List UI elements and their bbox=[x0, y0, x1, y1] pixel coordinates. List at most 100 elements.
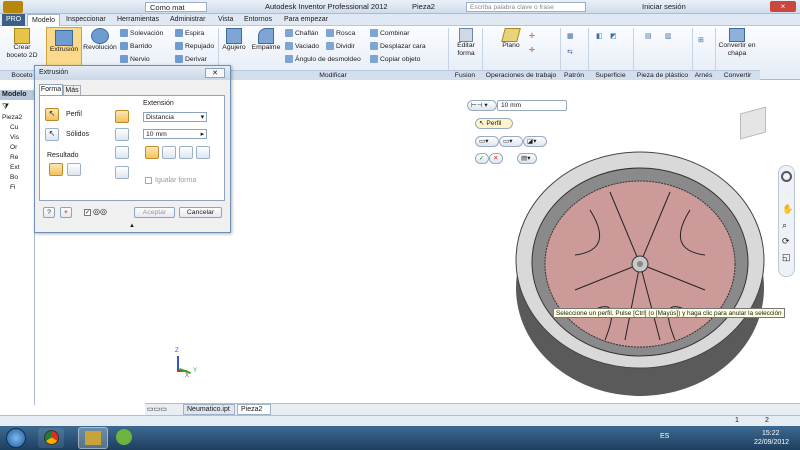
coil-button[interactable]: Espira bbox=[175, 29, 204, 37]
output-dropdown[interactable]: ▭▾ bbox=[475, 136, 499, 147]
plane-button[interactable]: Plano bbox=[497, 28, 525, 50]
tree-item[interactable]: Ext bbox=[10, 164, 20, 171]
extrude-button[interactable]: Extrusión bbox=[46, 27, 82, 69]
mirror-icon[interactable]: ⇆ bbox=[567, 48, 573, 56]
cut-button[interactable] bbox=[115, 128, 129, 141]
intersect-button[interactable] bbox=[115, 146, 129, 159]
steering-wheel-icon[interactable] bbox=[781, 171, 792, 182]
add-icon[interactable]: + bbox=[60, 207, 72, 218]
sweep-button[interactable]: Barrido bbox=[120, 42, 152, 50]
tree-item[interactable]: Re bbox=[10, 154, 18, 161]
symmetric-button[interactable] bbox=[179, 146, 193, 159]
surface-output-button[interactable] bbox=[67, 163, 81, 176]
harness-icon[interactable]: ⊞ bbox=[698, 36, 704, 44]
copy-object-button[interactable]: Copiar objeto bbox=[370, 55, 420, 63]
preview-checkbox[interactable]: ✓ bbox=[84, 209, 91, 216]
tree-item-root[interactable]: Pieza2 bbox=[2, 114, 22, 121]
help-button[interactable]: ? bbox=[43, 207, 55, 218]
hole-button[interactable]: Agujero bbox=[220, 28, 248, 52]
solid-output-button[interactable] bbox=[49, 163, 63, 176]
ok-button[interactable]: Aceptar bbox=[134, 207, 175, 218]
boss-icon[interactable]: ▥ bbox=[665, 32, 671, 40]
doc-tab-neumatico[interactable]: Neumatico.ipt bbox=[183, 404, 235, 415]
tab-administrar[interactable]: Administrar bbox=[166, 14, 209, 26]
solids-select-button[interactable]: ↖ bbox=[45, 128, 59, 141]
start-button[interactable] bbox=[6, 428, 26, 448]
extent-type-dropdown[interactable]: ⊢⊣ ▾ bbox=[467, 100, 497, 111]
tree-item[interactable]: Or bbox=[10, 144, 17, 151]
look-at-icon[interactable]: ◱ bbox=[782, 252, 791, 263]
tab-entornos[interactable]: Entornos bbox=[240, 14, 276, 26]
chrome-icon[interactable] bbox=[38, 428, 64, 448]
expand-arrow-icon[interactable]: ▲ bbox=[129, 223, 135, 229]
spotify-icon[interactable] bbox=[116, 429, 132, 445]
chamfer-button[interactable]: Chaflán bbox=[285, 29, 318, 37]
stitch-icon[interactable]: ◩ bbox=[610, 32, 616, 40]
revolve-button[interactable]: Revolución bbox=[82, 28, 118, 52]
tree-item[interactable]: Cu bbox=[10, 124, 18, 131]
profile-select-button[interactable]: ↖ bbox=[45, 108, 59, 121]
move-face-button[interactable]: Desplazar cara bbox=[370, 42, 426, 50]
zoom-icon[interactable]: ⌕ bbox=[782, 220, 787, 231]
wheel-model[interactable] bbox=[515, 140, 775, 400]
clock-date[interactable]: 22/09/2012 bbox=[754, 439, 789, 446]
convert-sheet-metal-button[interactable]: Convertir en chapa bbox=[716, 28, 758, 58]
join-button[interactable] bbox=[115, 110, 129, 123]
derive-button[interactable]: Derivar bbox=[175, 55, 207, 63]
app-logo-icon[interactable] bbox=[3, 1, 23, 13]
sign-in-link[interactable]: Iniciar sesión bbox=[642, 0, 686, 14]
pattern-icon[interactable]: ▦ bbox=[567, 32, 573, 40]
tab-herramientas[interactable]: Herramientas bbox=[113, 14, 163, 26]
distance-field[interactable]: 10 mm ▸ bbox=[143, 129, 207, 139]
tab-vista[interactable]: Vista bbox=[214, 14, 237, 26]
match-shape-checkbox[interactable] bbox=[145, 177, 152, 184]
asymmetric-button[interactable] bbox=[196, 146, 210, 159]
direction-2-button[interactable] bbox=[162, 146, 176, 159]
rib-button[interactable]: Nervio bbox=[120, 55, 150, 63]
tab-modelo[interactable]: Modelo bbox=[27, 14, 60, 26]
filter-icon[interactable]: ⧩ bbox=[2, 102, 9, 112]
tree-item[interactable]: Bo bbox=[10, 174, 18, 181]
search-field[interactable]: Escriba palabra clave o frase bbox=[466, 2, 586, 12]
tree-item-end[interactable]: Fi bbox=[10, 184, 16, 191]
orbit-icon[interactable]: ⟳ bbox=[782, 236, 790, 247]
clock-time[interactable]: 15:22 bbox=[762, 430, 780, 437]
create-sketch-button[interactable]: Crear boceto 2D bbox=[4, 28, 40, 60]
pan-icon[interactable]: ✋ bbox=[782, 204, 793, 215]
distance-input[interactable]: 10 mm bbox=[497, 100, 567, 111]
dialog-close-icon[interactable]: ✕ bbox=[205, 68, 225, 78]
tree-item[interactable]: Vis bbox=[10, 134, 19, 141]
extent-type-select[interactable]: Distancia ▾ bbox=[143, 112, 207, 122]
tab-forma[interactable]: Forma bbox=[39, 84, 63, 95]
direction-1-button[interactable] bbox=[145, 146, 159, 159]
combine-button[interactable]: Combinar bbox=[370, 29, 409, 37]
inventor-taskbar-icon[interactable] bbox=[78, 427, 108, 449]
tab-inspeccionar[interactable]: Inspeccionar bbox=[62, 14, 110, 26]
close-icon[interactable]: × bbox=[770, 1, 796, 12]
grill-icon[interactable]: ▤ bbox=[645, 32, 651, 40]
split-button[interactable]: Dividir bbox=[326, 42, 355, 50]
language-indicator[interactable]: ES bbox=[660, 433, 669, 440]
thread-button[interactable]: Rosca bbox=[326, 29, 355, 37]
profile-button[interactable]: ↖ Perfil bbox=[475, 118, 513, 129]
doc-tab-pieza2[interactable]: Pieza2 bbox=[237, 404, 271, 415]
emboss-button[interactable]: Repujado bbox=[175, 42, 214, 50]
draft-button[interactable]: Ángulo de desmoldeo bbox=[285, 55, 361, 63]
ok-icon[interactable]: ✓ bbox=[475, 153, 489, 164]
viewcube-icon[interactable] bbox=[740, 106, 766, 140]
shell-button[interactable]: Vaciado bbox=[285, 42, 319, 50]
cancel-button[interactable]: Cancelar bbox=[179, 207, 222, 218]
tile-icon[interactable]: ▭▭▭ bbox=[147, 405, 173, 414]
graphics-viewport[interactable]: ⊢⊣ ▾ 10 mm ↖ Perfil ▭▾ ▭▾ ◪▾ ✓ ✕ ▤▾ ✋ ⌕ … bbox=[145, 80, 800, 405]
tab-para-empezar[interactable]: Para empezar bbox=[280, 14, 332, 26]
edit-form-button[interactable]: Editar forma bbox=[452, 28, 480, 58]
work-point-icon[interactable]: ✛ bbox=[529, 46, 535, 54]
fillet-button[interactable]: Empalme bbox=[249, 28, 283, 52]
surface-icon[interactable]: ◧ bbox=[596, 32, 602, 40]
cancel-icon[interactable]: ✕ bbox=[489, 153, 503, 164]
work-axis-icon[interactable]: ✛ bbox=[529, 32, 535, 40]
new-solid-button[interactable] bbox=[115, 166, 129, 179]
loft-button[interactable]: Solevación bbox=[120, 29, 163, 37]
quick-access-combo[interactable]: Como mat bbox=[145, 2, 207, 12]
tab-mas[interactable]: Más bbox=[63, 85, 81, 95]
